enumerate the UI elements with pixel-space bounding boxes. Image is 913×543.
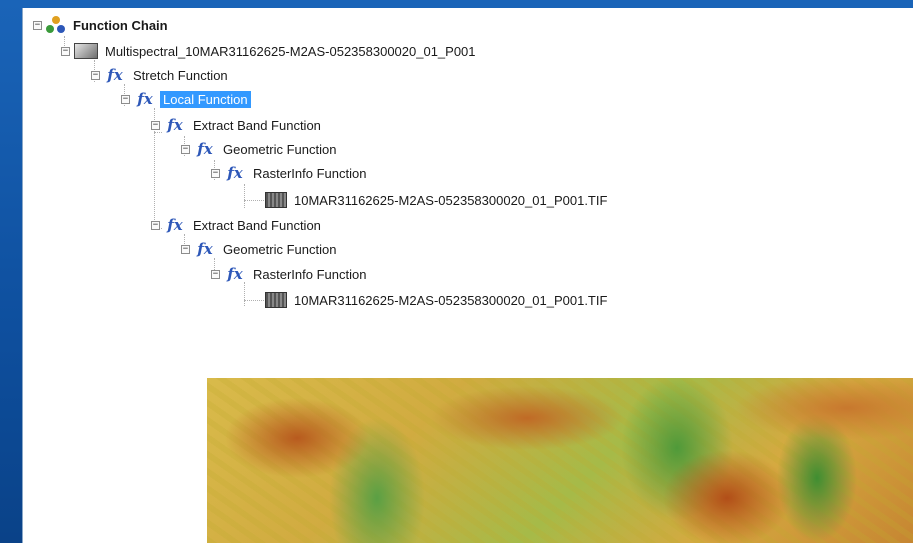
tree-item-geometric-function[interactable]: − fx Geometric Function bbox=[181, 138, 339, 160]
collapse-toggle[interactable]: − bbox=[91, 70, 100, 80]
tree-item-raster-file[interactable]: 10MAR31162625-M2AS-052358300020_01_P001.… bbox=[265, 289, 610, 311]
tree-item-label: Extract Band Function bbox=[193, 117, 321, 133]
collapse-toggle[interactable]: − bbox=[121, 94, 130, 104]
fx-icon: fx bbox=[197, 240, 213, 258]
collapse-toggle[interactable]: − bbox=[151, 120, 160, 130]
tree-item-label: Geometric Function bbox=[223, 141, 337, 157]
tree-item-label: 10MAR31162625-M2AS-052358300020_01_P001.… bbox=[294, 292, 608, 308]
fx-icon: fx bbox=[167, 116, 183, 134]
tree-item-label: Local Function bbox=[160, 90, 251, 108]
function-tree: − Function Chain − Multispectral_10MAR31… bbox=[23, 8, 913, 368]
collapse-toggle[interactable]: − bbox=[61, 46, 70, 56]
tree-connector bbox=[244, 200, 264, 201]
raster-file-icon bbox=[265, 192, 287, 208]
tree-item-label: RasterInfo Function bbox=[253, 165, 367, 181]
collapse-toggle[interactable]: − bbox=[211, 168, 220, 178]
tree-item-label: Function Chain bbox=[73, 17, 168, 33]
collapse-toggle[interactable]: − bbox=[33, 20, 42, 30]
tree-item-geometric-function[interactable]: − fx Geometric Function bbox=[181, 238, 339, 260]
tree-item-label: Extract Band Function bbox=[193, 217, 321, 233]
tree-root-function-chain[interactable]: − Function Chain bbox=[33, 14, 171, 36]
tree-item-label: 10MAR31162625-M2AS-052358300020_01_P001.… bbox=[294, 192, 608, 208]
fx-icon: fx bbox=[107, 66, 123, 84]
fx-icon: fx bbox=[137, 90, 153, 108]
collapse-toggle[interactable]: − bbox=[151, 220, 160, 230]
multispectral-layer-icon bbox=[74, 43, 98, 59]
tree-item-extract-band-function[interactable]: − fx Extract Band Function bbox=[151, 214, 324, 236]
collapse-toggle[interactable]: − bbox=[181, 244, 190, 254]
fx-icon: fx bbox=[227, 164, 243, 182]
function-chain-icon bbox=[46, 16, 66, 34]
tree-item-stretch-function[interactable]: − fx Stretch Function bbox=[91, 64, 231, 86]
tree-connector bbox=[244, 282, 245, 306]
fx-icon: fx bbox=[227, 265, 243, 283]
tree-item-label: Stretch Function bbox=[133, 67, 228, 83]
tree-item-rasterinfo-function[interactable]: − fx RasterInfo Function bbox=[211, 162, 369, 184]
fx-icon: fx bbox=[167, 216, 183, 234]
tree-item-extract-band-function[interactable]: − fx Extract Band Function bbox=[151, 114, 324, 136]
raster-file-icon bbox=[265, 292, 287, 308]
fx-icon: fx bbox=[197, 140, 213, 158]
collapse-toggle[interactable]: − bbox=[181, 144, 190, 154]
tree-item-multispectral-layer[interactable]: − Multispectral_10MAR31162625-M2AS-05235… bbox=[61, 40, 479, 62]
tree-item-label: Geometric Function bbox=[223, 241, 337, 257]
tree-item-label: Multispectral_10MAR31162625-M2AS-0523583… bbox=[105, 43, 476, 59]
tree-item-rasterinfo-function[interactable]: − fx RasterInfo Function bbox=[211, 263, 369, 285]
tree-item-local-function[interactable]: − fx Local Function bbox=[121, 88, 251, 110]
tree-connector bbox=[244, 300, 264, 301]
tree-connector bbox=[244, 184, 245, 208]
collapse-toggle[interactable]: − bbox=[211, 269, 220, 279]
tree-item-label: RasterInfo Function bbox=[253, 266, 367, 282]
tree-item-raster-file[interactable]: 10MAR31162625-M2AS-052358300020_01_P001.… bbox=[265, 189, 610, 211]
raster-map-preview bbox=[207, 378, 913, 543]
